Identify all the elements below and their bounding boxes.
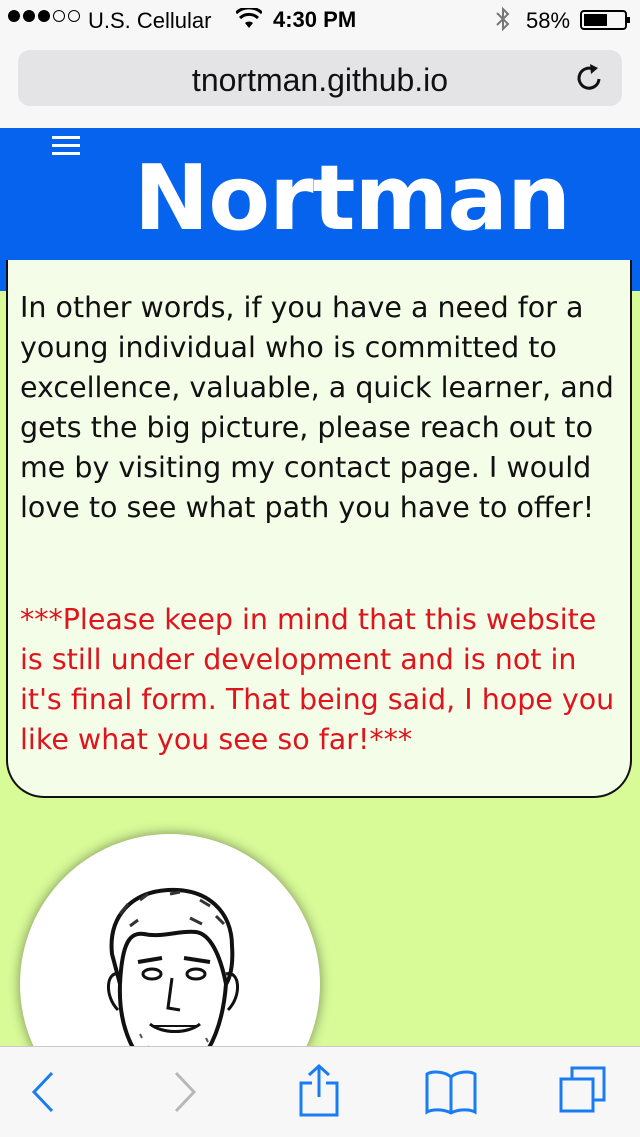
development-notice: ***Please keep in mind that this website… <box>20 603 615 756</box>
signal-strength-icon <box>8 10 80 22</box>
url-text[interactable]: tnortman.github.io <box>18 62 622 99</box>
bluetooth-icon <box>496 6 510 32</box>
content-card: In other words, if you have a need for a… <box>6 260 632 798</box>
battery-percent: 58% <box>526 8 571 33</box>
carrier-name: U.S. Cellular <box>88 8 212 33</box>
intro-paragraph: In other words, if you have a need for a… <box>20 291 614 524</box>
site-title: Nortman <box>133 146 571 251</box>
clock: 4:30 PM <box>273 7 357 32</box>
address-bar[interactable]: tnortman.github.io <box>18 50 622 106</box>
browser-address-area: tnortman.github.io <box>0 40 640 128</box>
chevron-right-icon[interactable] <box>172 1069 198 1115</box>
status-bar: U.S. Cellular 4:30 PM 58% <box>0 0 640 40</box>
share-icon[interactable] <box>298 1063 340 1117</box>
tabs-icon[interactable] <box>558 1065 608 1115</box>
battery-icon <box>580 10 630 30</box>
browser-toolbar <box>0 1046 640 1137</box>
reload-icon[interactable] <box>574 62 606 94</box>
book-icon[interactable] <box>424 1069 478 1115</box>
wifi-icon <box>236 8 262 28</box>
chevron-left-icon[interactable] <box>30 1069 56 1115</box>
